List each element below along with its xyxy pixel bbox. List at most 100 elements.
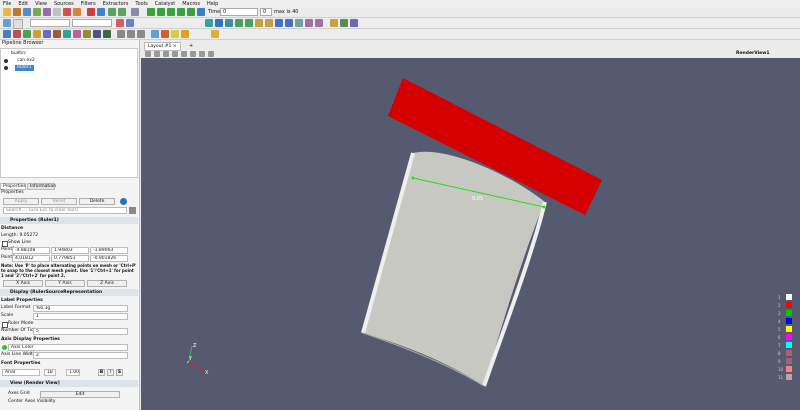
slice-icon[interactable] bbox=[33, 30, 41, 38]
label-format-field[interactable]: %6.3g bbox=[33, 305, 128, 312]
connect-icon[interactable] bbox=[33, 8, 41, 16]
render-view[interactable]: 9.05 Z Y X bbox=[141, 58, 800, 410]
menu-extractors[interactable]: Extractors bbox=[103, 1, 129, 7]
section-ruler[interactable]: Properties (Ruler1) bbox=[0, 217, 138, 224]
center-axes-icon[interactable] bbox=[340, 19, 348, 27]
menu-filters[interactable]: Filters bbox=[81, 1, 96, 7]
help-icon[interactable] bbox=[120, 198, 127, 205]
spreadsheet-icon[interactable] bbox=[127, 30, 135, 38]
interaction-mode-icon[interactable] bbox=[330, 19, 338, 27]
color-map-icon[interactable] bbox=[3, 19, 11, 27]
rescale-icon[interactable] bbox=[116, 19, 124, 27]
pipeline-item-can[interactable]: can.ex2 bbox=[15, 58, 37, 64]
view-icon[interactable] bbox=[154, 51, 160, 57]
point2-z[interactable]: -0.901826 bbox=[90, 255, 128, 262]
histogram-icon[interactable] bbox=[161, 30, 169, 38]
save-state-icon[interactable] bbox=[13, 8, 21, 16]
previous-frame-icon[interactable] bbox=[157, 8, 165, 16]
view-minus-x-icon[interactable] bbox=[245, 19, 253, 27]
next-frame-icon[interactable] bbox=[177, 8, 185, 16]
point1-y[interactable]: 1.94803 bbox=[51, 247, 89, 254]
view-icon[interactable] bbox=[181, 51, 187, 57]
python-icon[interactable] bbox=[53, 8, 61, 16]
annotation-icon[interactable] bbox=[171, 30, 179, 38]
stream-tracer-icon[interactable] bbox=[73, 30, 81, 38]
time-field[interactable]: 0 bbox=[220, 8, 258, 16]
clip-icon[interactable] bbox=[23, 30, 31, 38]
open-icon[interactable] bbox=[3, 8, 11, 16]
bold-toggle[interactable]: B bbox=[98, 369, 105, 376]
representation-select[interactable] bbox=[72, 19, 112, 27]
z-axis-button[interactable]: Z Axis bbox=[87, 280, 127, 287]
font-family-select[interactable]: Arial bbox=[2, 369, 40, 376]
view-plus-y-icon[interactable] bbox=[255, 19, 263, 27]
add-tab-icon[interactable]: + bbox=[189, 43, 193, 49]
pipeline-item-ruler1[interactable]: Ruler1 bbox=[15, 65, 34, 71]
zoom-to-box-icon[interactable] bbox=[225, 19, 233, 27]
menu-file[interactable]: File bbox=[3, 1, 11, 7]
glyph-icon[interactable] bbox=[63, 30, 71, 38]
italic-toggle[interactable]: I bbox=[107, 369, 114, 376]
extract-level-icon[interactable] bbox=[103, 30, 111, 38]
timestep-field[interactable]: 0 bbox=[260, 8, 272, 16]
menu-help[interactable]: Help bbox=[207, 1, 218, 7]
pipeline-item-builtin[interactable]: builtin: bbox=[9, 51, 29, 57]
variable-select[interactable] bbox=[30, 19, 70, 27]
point2-y[interactable]: 0.779851 bbox=[51, 255, 89, 262]
x-axis-button[interactable]: X Axis bbox=[3, 280, 43, 287]
extract-subset-icon[interactable] bbox=[53, 30, 61, 38]
loop-icon[interactable] bbox=[197, 8, 205, 16]
find-data-icon[interactable] bbox=[117, 30, 125, 38]
play-icon[interactable] bbox=[167, 8, 175, 16]
eye-icon[interactable] bbox=[4, 66, 8, 70]
point1-z[interactable]: -1.89063 bbox=[90, 247, 128, 254]
ruler-point1[interactable] bbox=[411, 176, 415, 180]
delete-button[interactable]: Delete bbox=[79, 198, 115, 205]
plot-data-icon[interactable] bbox=[151, 30, 159, 38]
tab-properties[interactable]: Properties bbox=[0, 183, 26, 190]
section-display[interactable]: Display (RulerSourceRepresentation bbox=[0, 289, 138, 296]
undo-icon[interactable] bbox=[87, 8, 95, 16]
point1-x[interactable]: -4.88108 bbox=[12, 247, 50, 254]
gear-icon[interactable] bbox=[129, 207, 136, 214]
contour-icon[interactable] bbox=[13, 30, 21, 38]
solid-color-select[interactable] bbox=[13, 19, 23, 29]
view-icon[interactable] bbox=[172, 51, 178, 57]
redo-icon[interactable] bbox=[97, 8, 105, 16]
macro-icon[interactable] bbox=[73, 8, 81, 16]
opacity-field[interactable]: 1.00 bbox=[66, 369, 80, 376]
selection-icon[interactable] bbox=[137, 30, 145, 38]
warp-icon[interactable] bbox=[83, 30, 91, 38]
axis-color-button[interactable]: Axis Color bbox=[8, 344, 128, 351]
section-view[interactable]: View (Render View) bbox=[0, 380, 138, 387]
rotate-90-cw-icon[interactable] bbox=[305, 19, 313, 27]
axis-line-width-field[interactable]: 2 bbox=[33, 352, 128, 359]
save-data-icon[interactable] bbox=[23, 8, 31, 16]
menu-edit[interactable]: Edit bbox=[18, 1, 28, 7]
view-icon[interactable] bbox=[163, 51, 169, 57]
menu-macros[interactable]: Macros bbox=[182, 1, 200, 7]
threshold-icon[interactable] bbox=[43, 30, 51, 38]
axis-color-swatch[interactable] bbox=[2, 345, 7, 350]
view-minus-y-icon[interactable] bbox=[265, 19, 273, 27]
isometric-view-icon[interactable] bbox=[295, 19, 303, 27]
camera-undo-icon[interactable] bbox=[108, 8, 116, 16]
edit-colormap-icon[interactable] bbox=[126, 19, 134, 27]
menu-sources[interactable]: Sources bbox=[54, 1, 74, 7]
help-icon[interactable] bbox=[131, 8, 139, 16]
axes-grid-edit-button[interactable]: Edit bbox=[40, 391, 120, 398]
tab-layout-1[interactable]: Layout #1 × bbox=[144, 42, 181, 51]
view-icon[interactable] bbox=[190, 51, 196, 57]
group-datasets-icon[interactable] bbox=[93, 30, 101, 38]
close-icon[interactable]: × bbox=[173, 44, 177, 49]
menu-tools[interactable]: Tools bbox=[135, 1, 147, 7]
menu-catalyst[interactable]: Catalyst bbox=[155, 1, 176, 7]
pick-center-icon[interactable] bbox=[350, 19, 358, 27]
calculator-icon[interactable] bbox=[3, 30, 11, 38]
scale-field[interactable]: 1 bbox=[33, 313, 128, 320]
ruler-icon[interactable] bbox=[181, 30, 189, 38]
point2-x[interactable]: 4.01812 bbox=[12, 255, 50, 262]
apply-button[interactable]: Apply bbox=[3, 198, 39, 205]
pencil-icon[interactable] bbox=[211, 30, 219, 38]
view-minus-z-icon[interactable] bbox=[285, 19, 293, 27]
